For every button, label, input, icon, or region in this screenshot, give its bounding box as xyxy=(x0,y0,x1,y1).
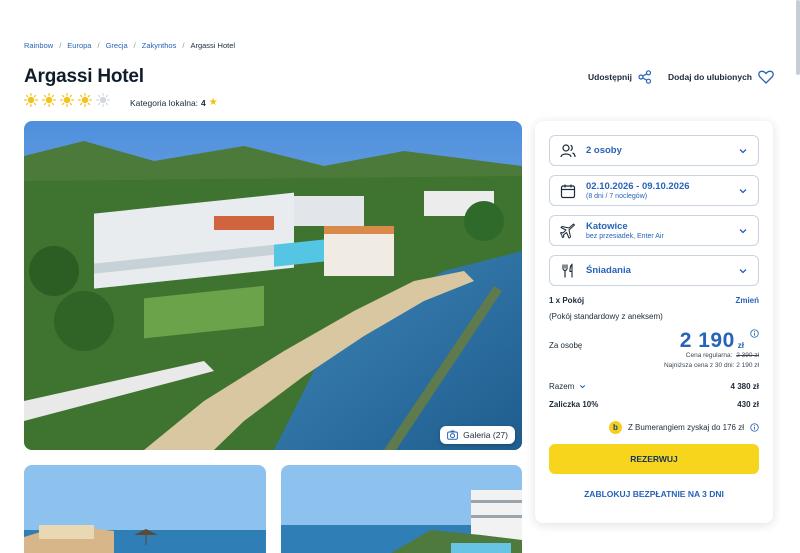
local-category-value: 4 xyxy=(201,97,206,108)
lowest-price-30-days: Najniższa cena z 30 dni: 2 190 zł xyxy=(663,362,759,369)
hotel-aerial-photo xyxy=(24,121,522,450)
coast-photo xyxy=(281,465,522,553)
calendar-icon xyxy=(560,184,576,198)
bumerang-icon: b xyxy=(608,421,622,434)
room-summary: 1 x Pokój Zmień xyxy=(549,296,759,305)
board-select[interactable]: Śniadania xyxy=(549,255,759,286)
total-value: 4 380 zł xyxy=(730,382,759,391)
total-label: Razem xyxy=(549,382,575,391)
hotel-actions: Udostępnij Dodaj do ulubionych xyxy=(588,70,774,84)
breadcrumb-link-europa[interactable]: Europa xyxy=(67,41,91,50)
heart-icon xyxy=(758,70,774,84)
room-type: (Pokój standardowy z aneksem) xyxy=(549,312,663,321)
hotel-rating: Kategoria lokalna: 4 ★ xyxy=(24,93,218,112)
beach-photo xyxy=(24,465,266,553)
star-icon: ★ xyxy=(208,97,218,108)
regular-price-value: 2 390 zł xyxy=(736,352,759,359)
block-free-button[interactable]: ZABLOKUJ BEZPŁATNIE NA 3 DNI xyxy=(549,487,759,501)
page-scrollbar[interactable] xyxy=(796,0,800,75)
sun-rating xyxy=(24,93,114,112)
breadcrumb-current: Argassi Hotel xyxy=(190,41,236,50)
chevron-down-icon xyxy=(580,385,586,389)
change-room-link[interactable]: Zmień xyxy=(735,296,759,305)
gallery-label: Galeria (27) xyxy=(463,430,508,440)
local-category: Kategoria lokalna: 4 ★ xyxy=(130,97,218,108)
per-person-label: Za osobę xyxy=(549,341,583,350)
share-button[interactable]: Udostępnij xyxy=(588,70,652,84)
breadcrumb-link-grecja[interactable]: Grecja xyxy=(106,41,128,50)
sun-empty-icon xyxy=(96,93,110,107)
persons-select[interactable]: 2 osoby xyxy=(549,135,759,166)
breadcrumb-separator: / xyxy=(59,41,62,50)
local-category-label: Kategoria lokalna: xyxy=(130,97,199,108)
board-value: Śniadania xyxy=(586,265,631,276)
dates-value: 02.10.2026 - 09.10.2026 xyxy=(586,181,690,192)
chevron-down-icon xyxy=(739,228,747,233)
cutlery-icon xyxy=(562,262,573,277)
info-icon[interactable] xyxy=(750,423,759,432)
dates-duration: (8 dni / 7 noclegów) xyxy=(586,193,648,200)
breadcrumb-separator: / xyxy=(97,41,100,50)
share-label: Udostępnij xyxy=(588,72,632,82)
camera-icon xyxy=(447,430,459,440)
breadcrumb-link-rainbow[interactable]: Rainbow xyxy=(24,41,53,50)
share-icon xyxy=(638,70,652,84)
plane-icon xyxy=(560,223,575,238)
hotel-main-photo[interactable]: Galeria (27) xyxy=(24,121,522,450)
chevron-down-icon xyxy=(739,148,747,153)
price-currency: zł xyxy=(737,341,744,350)
page-title: Argassi Hotel xyxy=(24,66,144,87)
price-amount: 2 190 xyxy=(679,329,735,352)
departure-select[interactable]: Katowice bez przesiadek, Enter Air xyxy=(549,215,759,246)
breadcrumb-separator: / xyxy=(133,41,136,50)
sun-icon xyxy=(78,93,92,107)
info-icon[interactable] xyxy=(750,329,759,338)
chevron-down-icon xyxy=(739,188,747,193)
breadcrumb: Rainbow / Europa / Grecja / Zakynthos / … xyxy=(24,41,235,50)
departure-value: Katowice xyxy=(586,221,628,232)
people-icon xyxy=(560,143,576,157)
total-row: Razem 4 380 zł xyxy=(549,382,759,391)
deposit-label: Zaliczka 10% xyxy=(549,400,599,409)
sun-icon xyxy=(24,93,38,107)
favorite-label: Dodaj do ulubionych xyxy=(667,72,752,82)
persons-value: 2 osoby xyxy=(586,145,622,156)
regular-price-label: Cena regularna: xyxy=(685,352,733,359)
sun-icon xyxy=(60,93,74,107)
breadcrumb-link-zakynthos[interactable]: Zakynthos xyxy=(142,41,177,50)
sun-icon xyxy=(42,93,56,107)
regular-price: Cena regularna: 2 390 zł xyxy=(686,352,759,359)
book-button[interactable]: REZERWUJ xyxy=(549,444,759,474)
favorite-button[interactable]: Dodaj do ulubionych xyxy=(668,70,774,84)
hotel-thumbnail-photo[interactable] xyxy=(24,465,266,553)
bumerang-promo: b Z Bumerangiem zyskaj do 176 zł xyxy=(608,421,759,434)
booking-panel: 2 osoby 02.10.2026 - 09.10.2026 (8 dni /… xyxy=(535,121,773,523)
deposit-row: Zaliczka 10% 430 zł xyxy=(549,400,759,409)
breadcrumb-separator: / xyxy=(182,41,185,50)
departure-details: bez przesiadek, Enter Air xyxy=(586,233,664,240)
chevron-down-icon xyxy=(739,268,747,273)
room-count: 1 x Pokój xyxy=(549,296,585,305)
total-toggle[interactable]: Razem xyxy=(549,382,587,391)
dates-select[interactable]: 02.10.2026 - 09.10.2026 (8 dni / 7 nocle… xyxy=(549,175,759,206)
bumerang-text: Z Bumerangiem zyskaj do 176 zł xyxy=(627,423,744,432)
price-per-person: 2 190 zł xyxy=(680,329,744,353)
hotel-thumbnail-photo[interactable] xyxy=(281,465,522,553)
deposit-value: 430 zł xyxy=(737,400,759,409)
gallery-button[interactable]: Galeria (27) xyxy=(440,426,515,444)
